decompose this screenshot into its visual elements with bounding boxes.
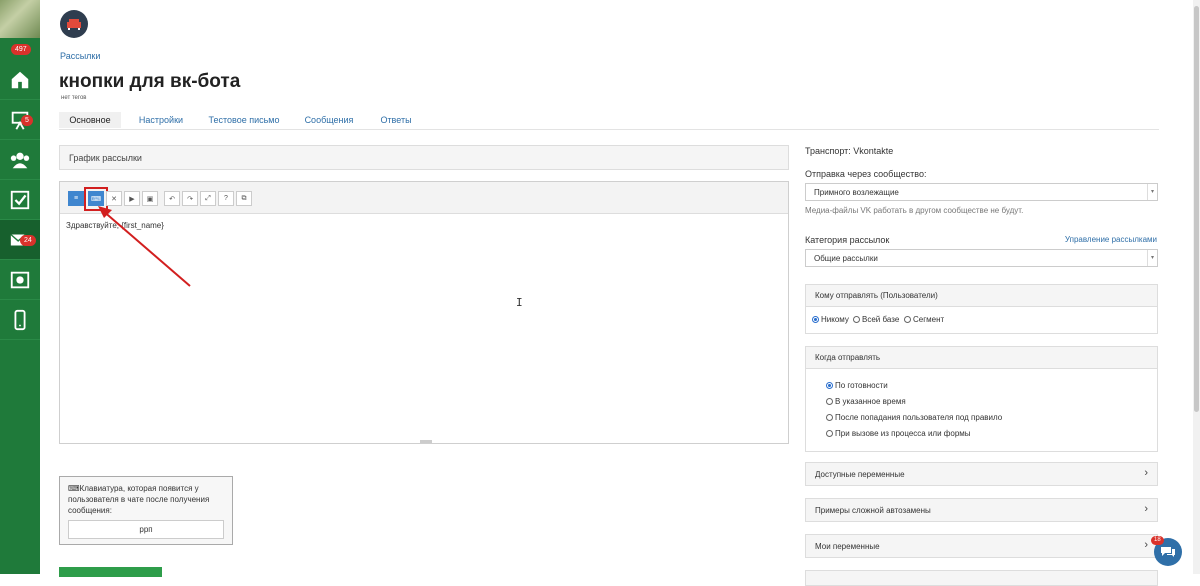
collapse-variables[interactable]: Доступные переменные › <box>805 462 1158 486</box>
community-value: Примного возлежащие <box>814 188 899 197</box>
tags-text[interactable]: нет тегов <box>61 95 86 101</box>
help-icon[interactable]: ? <box>218 191 234 206</box>
text-icon[interactable]: ≡ <box>68 191 84 206</box>
money-icon <box>10 271 30 288</box>
save-button[interactable] <box>59 567 162 577</box>
radio-ready[interactable]: По готовности <box>826 381 888 390</box>
users-icon <box>10 152 30 168</box>
home-icon <box>11 71 29 88</box>
keyboard-box: ⌨Клавиатура, которая появится у пользова… <box>59 476 233 545</box>
mail-badge: 24 <box>20 235 36 246</box>
radio-segment[interactable]: Сегмент <box>904 315 944 324</box>
community-select[interactable]: Примного возлежащие ▾ <box>805 183 1158 201</box>
fullscreen-icon[interactable]: ⤢ <box>200 191 216 206</box>
when-panel: Когда отправлять По готовности В указанн… <box>805 346 1158 452</box>
sofa-icon <box>67 19 81 30</box>
collapse-label: Мои переменные <box>815 542 880 551</box>
category-value: Общие рассылки <box>814 254 878 263</box>
phone-icon <box>14 309 26 330</box>
collapse-my-variables[interactable]: Мои переменные › <box>805 534 1158 558</box>
chevron-right-icon: › <box>1144 539 1148 551</box>
copy-icon[interactable]: ⧉ <box>236 191 252 206</box>
sidebar: 497 5 24 <box>0 0 40 574</box>
annotation-arrow <box>98 206 191 287</box>
resize-handle[interactable] <box>420 440 432 443</box>
collapse-more[interactable] <box>805 570 1158 586</box>
schedule-panel[interactable]: График рассылки <box>59 145 789 170</box>
sidebar-item-trainings[interactable]: 5 <box>0 100 40 140</box>
tasks-badge: 5 <box>21 115 33 126</box>
collapse-label: Доступные переменные <box>815 470 905 479</box>
manage-link[interactable]: Управление рассылками <box>1065 235 1157 244</box>
tab-answers[interactable]: Ответы <box>377 112 415 128</box>
page-scrollbar[interactable] <box>1193 0 1200 574</box>
checkbox-icon <box>10 190 30 209</box>
via-label: Отправка через сообщество: <box>805 169 927 179</box>
keyboard-label: ⌨Клавиатура, которая появится у пользова… <box>68 484 210 515</box>
sidebar-item-finance[interactable] <box>0 260 40 300</box>
collapse-label: Примеры сложной автозамены <box>815 506 931 515</box>
sidebar-item-users[interactable] <box>0 140 40 180</box>
text-cursor-icon: I <box>516 296 523 309</box>
sidebar-item-mail[interactable]: 24 <box>0 220 40 260</box>
media-note: Медиа-файлы VK работать в другом сообщес… <box>805 206 1024 215</box>
radio-time[interactable]: В указанное время <box>826 397 906 406</box>
chevron-down-icon: ▾ <box>1147 184 1157 200</box>
breadcrumb-link[interactable]: Рассылки <box>60 51 100 61</box>
chevron-right-icon: › <box>1144 503 1148 515</box>
chevron-right-icon: › <box>1144 467 1148 479</box>
collapse-examples[interactable]: Примеры сложной автозамены › <box>805 498 1158 522</box>
radio-process[interactable]: При вызове из процесса или формы <box>826 429 971 438</box>
sidebar-item-tasks[interactable] <box>0 180 40 220</box>
chat-icon <box>1161 547 1175 557</box>
tab-main[interactable]: Основное <box>59 112 121 128</box>
when-head: Когда отправлять <box>806 347 1157 369</box>
recipients-panel: Кому отправлять (Пользователи) Никому Вс… <box>805 284 1158 334</box>
keyboard-button[interactable]: ррп <box>68 520 224 539</box>
scroll-thumb[interactable] <box>1194 6 1199 412</box>
app-logo[interactable] <box>60 10 88 38</box>
tabs-bar: Основное Настройки Тестовое письмо Сообщ… <box>59 112 1159 130</box>
tab-messages[interactable]: Сообщения <box>301 112 357 128</box>
page-title: кнопки для вк-бота <box>59 71 241 92</box>
radio-rule[interactable]: После попадания пользователя под правило <box>826 413 1002 422</box>
radio-all[interactable]: Всей базе <box>853 315 899 324</box>
notification-badge: 497 <box>11 44 31 55</box>
radio-nobody[interactable]: Никому <box>812 315 849 324</box>
transport-label: Транспорт: Vkontakte <box>805 146 894 156</box>
category-select[interactable]: Общие рассылки ▾ <box>805 249 1158 267</box>
chat-badge: 18 <box>1151 536 1164 545</box>
recipients-head: Кому отправлять (Пользователи) <box>806 285 1157 307</box>
tab-settings[interactable]: Настройки <box>133 112 189 128</box>
tab-test-letter[interactable]: Тестовое письмо <box>207 112 281 128</box>
sidebar-item-mobile[interactable] <box>0 300 40 340</box>
chevron-down-icon: ▾ <box>1147 250 1157 266</box>
category-label: Категория рассылок <box>805 235 890 245</box>
user-avatar[interactable] <box>0 0 40 38</box>
sidebar-item-home[interactable] <box>0 60 40 100</box>
